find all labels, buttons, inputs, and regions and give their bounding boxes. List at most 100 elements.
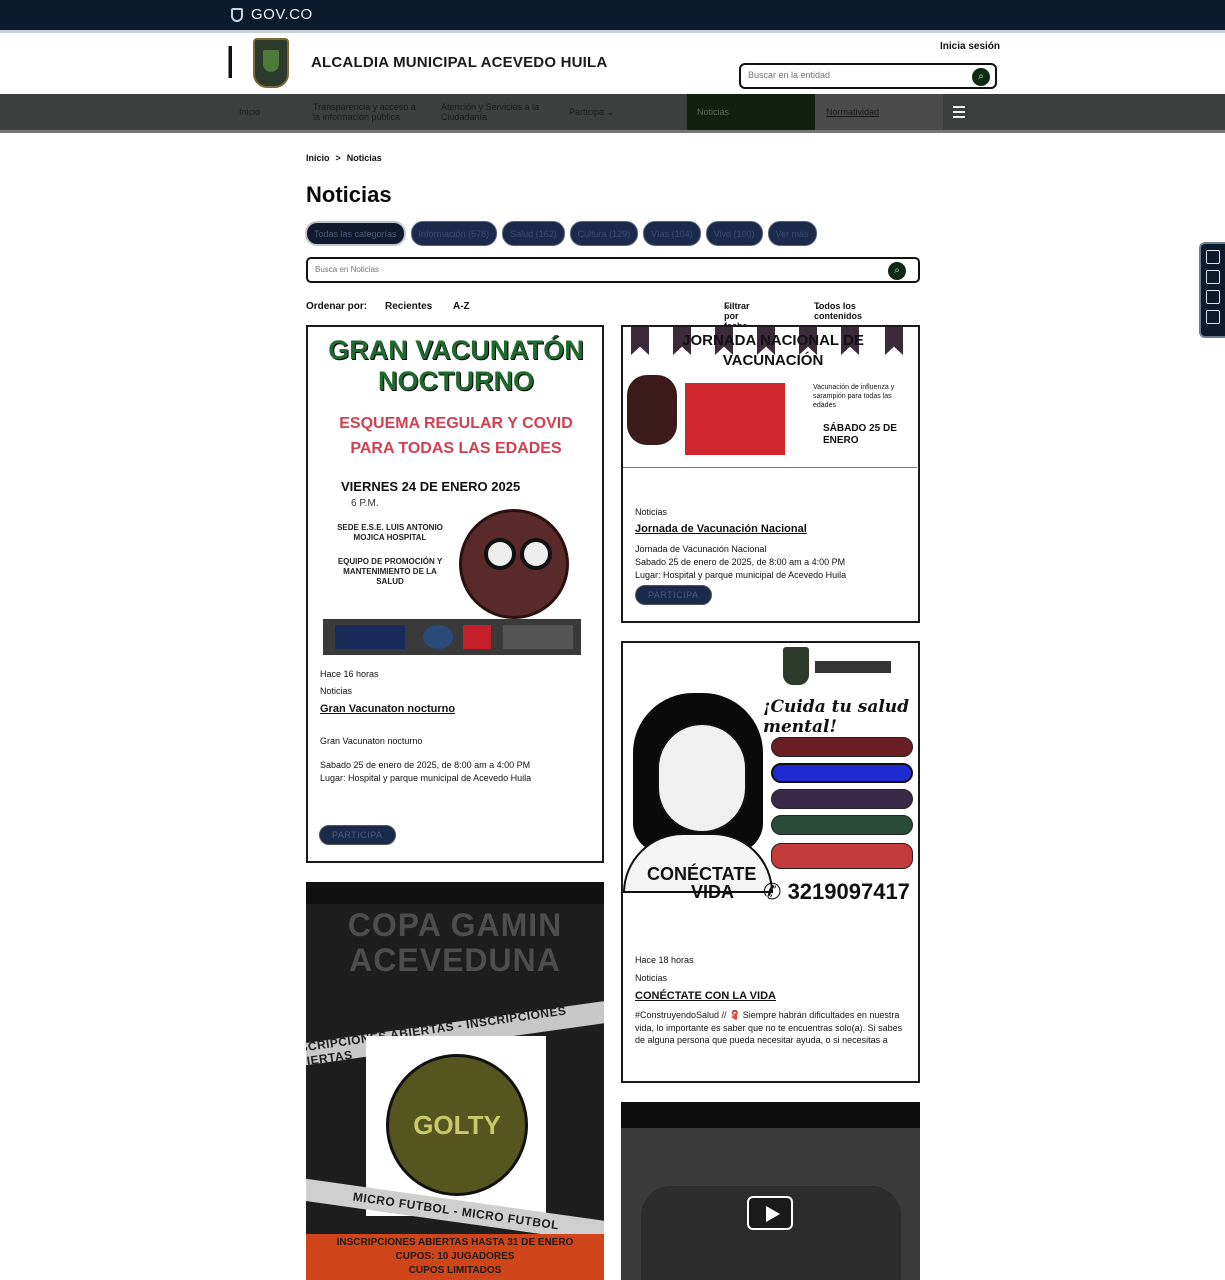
nav-item-inicio[interactable]: Inicio	[239, 94, 260, 130]
breadcrumb: Inicio > Noticias	[306, 153, 382, 163]
category-filters: Todas las categorías Información (578) S…	[305, 221, 817, 246]
accessibility-toolbar	[1199, 242, 1225, 338]
poster-footer-line: INSCRIPCIONES ABIERTAS HASTA 31 DE ENERO	[336, 1237, 574, 1248]
entity-search-input[interactable]	[748, 70, 958, 80]
poster-team: EQUIPO DE PROMOCIÓN Y MANTENIMIENTO DE L…	[337, 557, 443, 586]
login-link[interactable]: Inicia sesión	[940, 41, 1000, 52]
menu-icon[interactable]	[953, 106, 965, 118]
card-time: Hace 18 horas	[635, 955, 694, 965]
image-reader-icon[interactable]	[1206, 290, 1220, 304]
chevron-down-icon: ⌄	[724, 301, 732, 311]
card-time: Hace 16 horas	[320, 669, 379, 679]
chip-salud[interactable]: Salud (162)	[502, 221, 565, 246]
vaccine-list-box	[685, 383, 785, 455]
search-icon[interactable]: ⌕	[888, 262, 906, 280]
card-image[interactable]: GRAN VACUNATÓN NOCTURNO ESQUEMA REGULAR …	[319, 331, 593, 661]
chip-ver-mas[interactable]: Ver más	[767, 221, 817, 246]
mascot-image	[459, 509, 569, 619]
card-category: Noticias	[635, 973, 668, 983]
page-title: Noticias	[306, 182, 392, 207]
sort-az[interactable]: A-Z	[453, 301, 470, 312]
card-image[interactable]: JORNADA NACIONAL DE VACUNACIÓN Vacunació…	[623, 327, 917, 505]
site-header: ALCALDIA MUNICIPAL ACEVEDO HUILA Inicia …	[0, 33, 1225, 94]
nav-item-atencion[interactable]: Atención y Servicios a la Ciudadanía	[441, 94, 553, 130]
shield-icon	[231, 7, 243, 22]
nav-item-participa[interactable]: Participa ⌄	[569, 94, 614, 130]
poster-place: SEDE E.S.E. LUIS ANTONIO MOJICA HOSPITAL	[337, 523, 443, 542]
poster-footer-line: CUPOS: 10 JUGADORES	[395, 1251, 515, 1262]
poster-pill	[771, 815, 913, 835]
entity-search: ⌕	[739, 63, 997, 89]
header-divider-bar	[228, 46, 232, 78]
card-desc-date: Sabado 25 de enero de 2025, de 8:00 am a…	[635, 557, 846, 567]
card-category: Noticias	[320, 686, 353, 696]
card-title[interactable]: Jornada de Vacunación Nacional	[635, 523, 807, 535]
municipal-crest-icon[interactable]	[253, 38, 289, 88]
poster-date: SÁBADO 25 DE ENERO	[823, 423, 897, 446]
sort-label: Ordenar por:	[306, 301, 368, 312]
poster-hour: 6 P.M.	[351, 498, 379, 509]
chip-informacion[interactable]: Información (578)	[410, 221, 498, 246]
ball-image: GOLTY	[366, 1036, 546, 1216]
phone-icon: ✆	[763, 879, 782, 904]
sign-language-icon[interactable]	[1206, 310, 1220, 324]
chevron-down-icon: ⌄	[604, 107, 615, 117]
gov-logo[interactable]: GOV.CO	[231, 6, 313, 23]
chip-cultura[interactable]: Cultura (129)	[569, 221, 639, 246]
sort-recientes[interactable]: Recientes	[385, 301, 432, 312]
card-desc-place: Lugar: Hospital y parque municipal de Ac…	[320, 773, 532, 783]
poster-date: VIERNES 24 DE ENERO 2025	[341, 479, 521, 494]
poster-pill	[771, 763, 913, 783]
participa-button[interactable]: PARTICIPA	[635, 585, 712, 605]
news-card: JORNADA NACIONAL DE VACUNACIÓN Vacunació…	[621, 325, 920, 623]
nav-item-normatividad[interactable]: Normatividad	[826, 94, 879, 130]
poster-subtitle: ESQUEMA REGULAR Y COVID PARA TODAS LAS E…	[339, 415, 573, 457]
news-search-input[interactable]	[315, 265, 875, 274]
gov-logo-text: GOV.CO	[251, 6, 313, 23]
card-title[interactable]: Gran Vacunaton nocturno	[320, 703, 455, 715]
poster-title: JORNADA NACIONAL DE VACUNACIÓN	[682, 332, 864, 369]
card-title[interactable]: CONÉCTATE CON LA VIDA	[635, 990, 776, 1002]
nav-item-transparencia[interactable]: Transparencia y acceso a la información …	[313, 94, 425, 130]
search-icon[interactable]: ⌕	[972, 68, 990, 86]
gov-bar: GOV.CO	[0, 0, 1225, 30]
chip-vias[interactable]: Vías (104)	[643, 221, 701, 246]
nav-item-participa-label: Participa	[569, 107, 605, 117]
poster-connect: CONÉCTATE VIDA	[647, 865, 756, 901]
poster-pill	[771, 737, 913, 757]
illustration-image	[623, 673, 773, 893]
nav-item-noticias[interactable]: Noticias	[697, 94, 729, 130]
ball-brand: GOLTY	[386, 1054, 528, 1196]
sponsor-logos	[323, 619, 581, 655]
chevron-down-icon: ⌄	[814, 301, 822, 311]
poster-title: COPA GAMIN ACEVEDUNA	[347, 907, 563, 978]
poster-pill	[771, 843, 913, 869]
contrast-icon[interactable]	[1206, 250, 1220, 264]
entity-name[interactable]: ALCALDIA MUNICIPAL ACEVEDO HUILA	[311, 54, 607, 71]
play-icon[interactable]	[747, 1196, 793, 1230]
news-card-image[interactable]: COPA GAMIN ACEVEDUNA INSCRIPCIONES ABIER…	[306, 882, 604, 1280]
news-card: GRAN VACUNATÓN NOCTURNO ESQUEMA REGULAR …	[306, 325, 604, 863]
poster-top-band	[306, 882, 604, 904]
chip-vivo[interactable]: Vivo (100)	[705, 221, 763, 246]
card-category: Noticias	[635, 507, 668, 517]
poster-footer: INSCRIPCIONES ABIERTAS HASTA 31 DE ENERO…	[306, 1234, 604, 1280]
card-desc: Jornada de Vacunación Nacional	[635, 544, 767, 554]
main-nav: Inicio Transparencia y acceso a la infor…	[0, 94, 1225, 133]
participa-button[interactable]: PARTICIPA	[319, 825, 396, 845]
card-image[interactable]: ¡Cuida tu salud mental! CONÉCTATE VIDA ✆…	[623, 643, 917, 941]
poster-connect-text: CONÉCTATE	[647, 864, 757, 884]
news-search: ⌕	[306, 257, 920, 283]
sponsor-logos	[623, 467, 917, 505]
video-top-band	[621, 1102, 920, 1128]
card-desc-place: Lugar: Hospital y parque municipal de Ac…	[635, 570, 847, 580]
breadcrumb-home[interactable]: Inicio	[306, 153, 330, 163]
poster-life-text: VIDA	[691, 882, 735, 902]
chip-todas[interactable]: Todas las categorías	[305, 221, 406, 246]
font-size-icon[interactable]	[1206, 270, 1220, 284]
poster-script-title: ¡Cuida tu salud mental!	[763, 697, 910, 737]
breadcrumb-current: Noticias	[346, 153, 382, 163]
card-desc-date: Sabado 25 de enero de 2025, de 8:00 am a…	[320, 760, 531, 770]
news-card-video[interactable]	[621, 1102, 920, 1280]
poster-pill	[771, 789, 913, 809]
